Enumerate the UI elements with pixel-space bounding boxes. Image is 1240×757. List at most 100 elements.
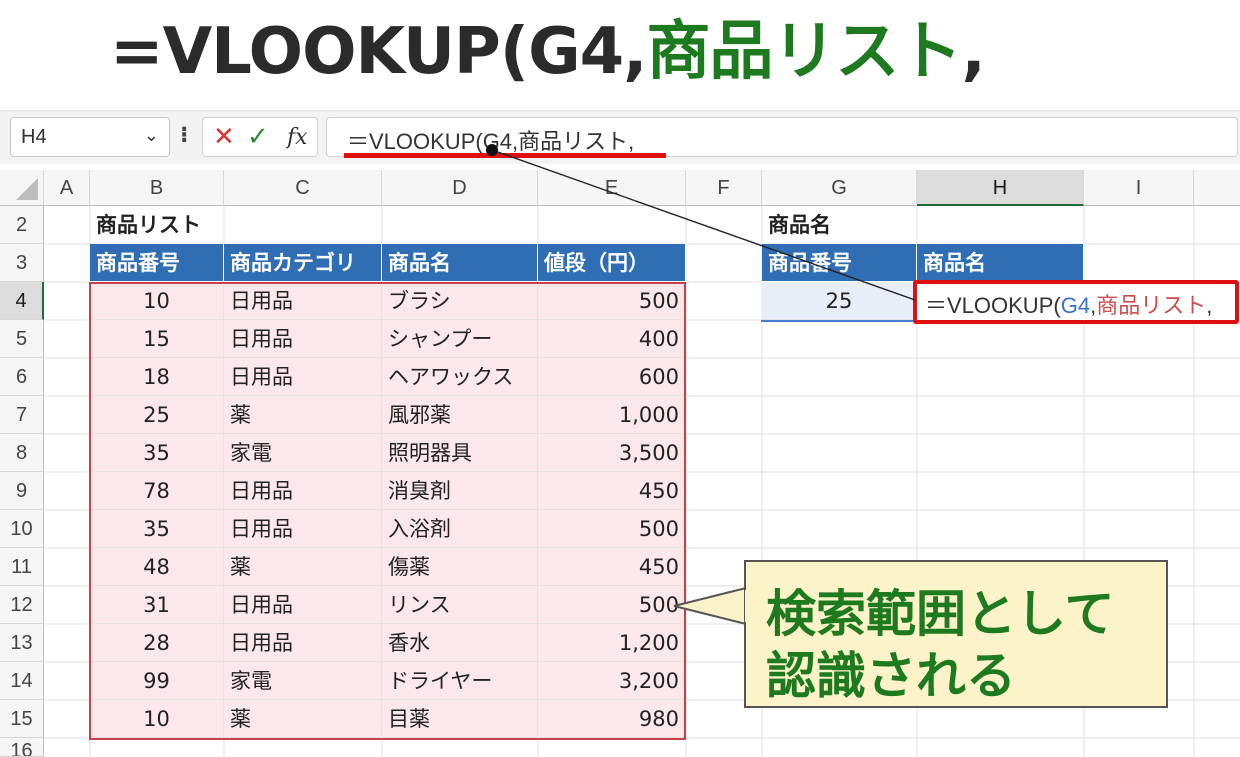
row-header[interactable]: 13	[0, 624, 44, 662]
cell-product-number[interactable]: 15	[90, 320, 224, 358]
header-product-name[interactable]: 商品名	[382, 244, 538, 282]
row-header[interactable]: 12	[0, 586, 44, 624]
row-header[interactable]: 16	[0, 738, 44, 757]
row-header[interactable]: 4	[0, 282, 44, 320]
formula-input[interactable]: ＝VLOOKUP(G4,商品リスト,	[326, 117, 1238, 157]
cell-price[interactable]: 1,200	[538, 624, 686, 662]
cell-product-number[interactable]: 99	[90, 662, 224, 700]
header-product-number[interactable]: 商品番号	[90, 244, 224, 282]
column-header-g[interactable]: G	[762, 170, 917, 206]
more-options-icon[interactable]: ⁝	[180, 123, 188, 148]
h4-ref: G4	[1060, 293, 1091, 318]
row-header[interactable]: 2	[0, 206, 44, 244]
select-all-corner[interactable]	[0, 170, 44, 206]
cell-product-category[interactable]: 日用品	[224, 586, 382, 624]
cell-price[interactable]: 450	[538, 548, 686, 586]
header-price[interactable]: 値段（円）	[538, 244, 686, 282]
cell-product-category[interactable]: 日用品	[224, 510, 382, 548]
column-header-a[interactable]: A	[44, 170, 90, 206]
cell-product-number[interactable]: 10	[90, 282, 224, 320]
row-header[interactable]: 9	[0, 472, 44, 510]
cell-price[interactable]: 500	[538, 282, 686, 320]
column-header-f[interactable]: F	[686, 170, 762, 206]
row-header[interactable]: 3	[0, 244, 44, 282]
row-header[interactable]: 8	[0, 434, 44, 472]
column-header-e[interactable]: E	[538, 170, 686, 206]
cell-price[interactable]: 3,500	[538, 434, 686, 472]
column-header-b[interactable]: B	[90, 170, 224, 206]
row-header[interactable]: 5	[0, 320, 44, 358]
product-list-title[interactable]: 商品リスト	[90, 206, 224, 244]
lookup-title[interactable]: 商品名	[762, 206, 917, 244]
cell-product-name[interactable]: シャンプー	[382, 320, 538, 358]
formula-caption: =VLOOKUP(G4,商品リスト,	[110, 12, 986, 92]
cell-price[interactable]: 400	[538, 320, 686, 358]
row-header[interactable]: 7	[0, 396, 44, 434]
row-header[interactable]: 15	[0, 700, 44, 738]
select-all-icon	[16, 178, 38, 200]
cell-product-name[interactable]: 風邪薬	[382, 396, 538, 434]
cell-product-category[interactable]: 日用品	[224, 282, 382, 320]
enter-icon[interactable]: ✓	[247, 122, 269, 152]
cell-product-category[interactable]: 日用品	[224, 320, 382, 358]
cell-g4[interactable]: 25	[762, 282, 917, 320]
cell-product-name[interactable]: ドライヤー	[382, 662, 538, 700]
cell-price[interactable]: 1,000	[538, 396, 686, 434]
cell-product-number[interactable]: 35	[90, 510, 224, 548]
cell-h4-editing[interactable]: ＝VLOOKUP(G4,商品リスト,	[913, 280, 1239, 324]
row-header[interactable]: 6	[0, 358, 44, 396]
cell-price[interactable]: 3,200	[538, 662, 686, 700]
cell-product-category[interactable]: 薬	[224, 396, 382, 434]
formula-buttons: ✕ ✓ fx	[202, 117, 318, 157]
cell-product-category[interactable]: 薬	[224, 700, 382, 738]
name-box-value: H4	[21, 126, 47, 148]
cell-price[interactable]: 450	[538, 472, 686, 510]
cell-product-number[interactable]: 18	[90, 358, 224, 396]
row-header[interactable]: 14	[0, 662, 44, 700]
cell-product-number[interactable]: 31	[90, 586, 224, 624]
cell-product-name[interactable]: 照明器具	[382, 434, 538, 472]
cancel-icon[interactable]: ✕	[213, 122, 235, 152]
cell-product-number[interactable]: 25	[90, 396, 224, 434]
cell-price[interactable]: 600	[538, 358, 686, 396]
cell-product-number[interactable]: 28	[90, 624, 224, 662]
cell-product-category[interactable]: 日用品	[224, 624, 382, 662]
cell-price[interactable]: 500	[538, 510, 686, 548]
ribbon-edge	[0, 96, 1240, 111]
row-header[interactable]: 11	[0, 548, 44, 586]
cell-product-name[interactable]: ヘアワックス	[382, 358, 538, 396]
cell-price[interactable]: 500	[538, 586, 686, 624]
row-header[interactable]: 10	[0, 510, 44, 548]
cell-product-name[interactable]: 目薬	[382, 700, 538, 738]
chevron-down-icon[interactable]: ⌄	[144, 125, 159, 146]
column-header-i[interactable]: I	[1084, 170, 1194, 206]
cell-product-name[interactable]: 香水	[382, 624, 538, 662]
formula-text: ＝VLOOKUP(G4,商品リスト,	[347, 129, 635, 154]
column-header-c[interactable]: C	[224, 170, 382, 206]
cell-price[interactable]: 980	[538, 700, 686, 738]
cell-product-category[interactable]: 家電	[224, 662, 382, 700]
callout-box: 検索範囲として 認識される	[744, 560, 1168, 708]
cell-product-name[interactable]: 消臭剤	[382, 472, 538, 510]
cell-product-number[interactable]: 35	[90, 434, 224, 472]
cell-product-number[interactable]: 78	[90, 472, 224, 510]
cell-product-name[interactable]: 傷薬	[382, 548, 538, 586]
insert-function-icon[interactable]: fx	[287, 125, 308, 150]
cell-product-category[interactable]: 日用品	[224, 358, 382, 396]
header-product-category[interactable]: 商品カテゴリ	[224, 244, 382, 282]
cell-product-category[interactable]: 家電	[224, 434, 382, 472]
column-header-h[interactable]: H	[917, 170, 1084, 206]
callout-line2: 認識される	[766, 647, 1016, 705]
cell-product-number[interactable]: 48	[90, 548, 224, 586]
cell-product-name[interactable]: 入浴剤	[382, 510, 538, 548]
lookup-header-name[interactable]: 商品名	[917, 244, 1084, 282]
cell-product-number[interactable]: 10	[90, 700, 224, 738]
name-box[interactable]: H4 ⌄	[10, 117, 170, 157]
h4-range: 商品リスト	[1096, 293, 1207, 318]
cell-product-category[interactable]: 薬	[224, 548, 382, 586]
lookup-header-number[interactable]: 商品番号	[762, 244, 917, 282]
column-header-d[interactable]: D	[382, 170, 538, 206]
cell-product-name[interactable]: ブラシ	[382, 282, 538, 320]
cell-product-category[interactable]: 日用品	[224, 472, 382, 510]
cell-product-name[interactable]: リンス	[382, 586, 538, 624]
